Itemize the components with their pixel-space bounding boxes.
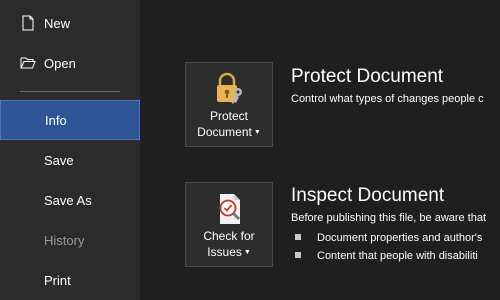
- nav-history: History: [0, 220, 140, 260]
- nav-divider: [20, 91, 120, 92]
- bullet-square-icon: [295, 234, 301, 240]
- protect-title: Protect Document: [291, 66, 444, 87]
- protect-button-line2: Document: [197, 125, 252, 139]
- open-folder-icon: [20, 57, 36, 69]
- issues-button-line2: Issues: [207, 245, 242, 259]
- nav-print-label: Print: [44, 272, 71, 288]
- protect-description: Control what types of changes people c: [291, 93, 484, 105]
- nav-new[interactable]: New: [0, 3, 140, 43]
- nav-save-label: Save: [44, 152, 74, 168]
- nav-info-label: Info: [45, 112, 67, 128]
- bullet-square-icon: [295, 252, 301, 258]
- inspect-title: Inspect Document: [291, 185, 445, 206]
- nav-print[interactable]: Print: [0, 260, 140, 300]
- nav-save-as-label: Save As: [44, 192, 92, 208]
- inspect-document-icon: [219, 194, 241, 224]
- lock-key-icon: [217, 72, 242, 104]
- nav-history-label: History: [44, 232, 85, 248]
- nav-open-label: Open: [44, 55, 76, 71]
- inspect-bullet-text: Document properties and author's: [317, 232, 483, 244]
- protect-button-line1: Protect: [209, 109, 248, 123]
- check-for-issues-button[interactable]: Check for Issues ▼: [185, 182, 273, 267]
- inspect-bullet: Content that people with disabiliti: [291, 250, 478, 262]
- chevron-down-icon: ▼: [243, 248, 251, 256]
- nav-info[interactable]: Info: [0, 100, 140, 140]
- backstage-sidebar: New Open Info Save Save As History Print: [0, 0, 140, 300]
- issues-button-line1: Check for: [203, 229, 255, 243]
- nav-save[interactable]: Save: [0, 140, 140, 180]
- inspect-bullet-text: Content that people with disabiliti: [317, 250, 478, 262]
- chevron-down-icon: ▼: [253, 128, 261, 136]
- inspect-bullet: Document properties and author's: [291, 232, 482, 244]
- protect-document-button[interactable]: Protect Document ▼: [185, 62, 273, 147]
- nav-save-as[interactable]: Save As: [0, 180, 140, 220]
- nav-new-label: New: [44, 15, 71, 31]
- new-document-icon: [22, 15, 34, 31]
- inspect-description: Before publishing this file, be aware th…: [291, 212, 487, 224]
- nav-open[interactable]: Open: [0, 43, 140, 83]
- info-pane: Protect Document ▼ Protect Document Contr…: [140, 0, 500, 300]
